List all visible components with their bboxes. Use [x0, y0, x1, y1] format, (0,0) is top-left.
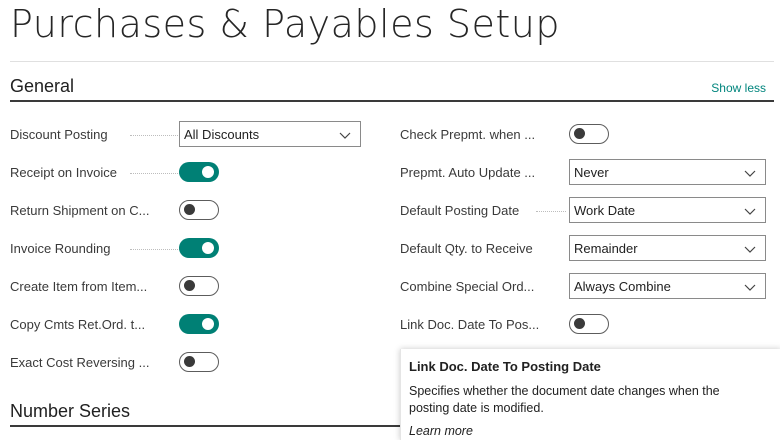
field-label: Copy Cmts Ret.Ord. t...	[10, 317, 146, 332]
default-posting-date-select[interactable]: Work Date	[569, 197, 766, 223]
select-value: Always Combine	[574, 279, 671, 294]
field-label: Return Shipment on C...	[10, 203, 150, 218]
toggle-knob	[202, 318, 214, 330]
toggle-knob	[184, 356, 195, 367]
dotted-leader	[130, 249, 180, 250]
toggle-knob	[184, 204, 195, 215]
field-check-prepmt: Check Prepmt. when ...	[400, 121, 770, 149]
copy-cmts-toggle[interactable]	[179, 314, 219, 334]
return-shipment-toggle[interactable]	[179, 200, 219, 220]
select-value: Remainder	[574, 241, 638, 256]
toggle-knob	[202, 166, 214, 178]
chevron-down-icon	[744, 208, 756, 215]
section-title-general[interactable]: General	[10, 76, 74, 97]
field-label: Exact Cost Reversing ...	[10, 355, 150, 370]
field-label: Combine Special Ord...	[400, 279, 535, 294]
field-exact-cost-reversing: Exact Cost Reversing ...	[10, 349, 362, 377]
toggle-knob	[184, 280, 195, 291]
default-qty-to-receive-select[interactable]: Remainder	[569, 235, 766, 261]
field-invoice-rounding: Invoice Rounding	[10, 235, 362, 263]
field-link-doc-date: Link Doc. Date To Pos...	[400, 311, 770, 339]
chevron-down-icon	[744, 246, 756, 253]
title-divider	[10, 61, 774, 62]
learn-more-link[interactable]: Learn more	[409, 424, 473, 438]
tooltip-body: Specifies whether the document date chan…	[409, 384, 720, 415]
field-label[interactable]: Link Doc. Date To Pos...	[400, 311, 539, 339]
invoice-rounding-toggle[interactable]	[179, 238, 219, 258]
field-label: Default Posting Date	[400, 203, 520, 218]
field-receipt-on-invoice: Receipt on Invoice	[10, 159, 362, 187]
field-label: Create Item from Item...	[10, 279, 148, 294]
dotted-leader	[130, 135, 180, 136]
field-create-item: Create Item from Item...	[10, 273, 362, 301]
field-discount-posting: Discount Posting All Discounts	[10, 121, 362, 149]
select-value: Work Date	[574, 203, 636, 218]
toggle-knob	[574, 128, 585, 139]
section-divider-general	[10, 100, 774, 102]
select-value: Never	[574, 165, 609, 180]
field-label: Check Prepmt. when ...	[400, 127, 536, 142]
select-value: All Discounts	[184, 127, 260, 142]
section-title-number-series[interactable]: Number Series	[10, 401, 130, 422]
field-label: Default Qty. to Receive	[400, 241, 533, 256]
combine-special-orders-select[interactable]: Always Combine	[569, 273, 766, 299]
show-less-link[interactable]: Show less	[711, 81, 766, 95]
exact-cost-reversing-toggle[interactable]	[179, 352, 219, 372]
toggle-knob	[574, 318, 585, 329]
field-tooltip: Link Doc. Date To Posting Date Specifies…	[400, 349, 780, 440]
receipt-on-invoice-toggle[interactable]	[179, 162, 219, 182]
prepmt-auto-update-select[interactable]: Never	[569, 159, 766, 185]
chevron-down-icon	[744, 284, 756, 291]
chevron-down-icon	[339, 132, 351, 139]
field-label: Discount Posting	[10, 127, 108, 142]
field-combine-special-orders: Combine Special Ord... Always Combine	[400, 273, 770, 301]
tooltip-title: Link Doc. Date To Posting Date	[409, 359, 601, 374]
dotted-leader	[130, 173, 180, 174]
chevron-down-icon	[744, 170, 756, 177]
discount-posting-select[interactable]: All Discounts	[179, 121, 361, 147]
page-title: Purchases & Payables Setup	[10, 2, 560, 46]
check-prepmt-toggle[interactable]	[569, 124, 609, 144]
field-copy-cmts: Copy Cmts Ret.Ord. t...	[10, 311, 362, 339]
field-default-posting-date: Default Posting Date Work Date	[400, 197, 770, 225]
field-label: Invoice Rounding	[10, 241, 111, 256]
dotted-leader	[536, 211, 566, 212]
create-item-toggle[interactable]	[179, 276, 219, 296]
toggle-knob	[202, 242, 214, 254]
field-return-shipment: Return Shipment on C...	[10, 197, 362, 225]
field-label: Prepmt. Auto Update ...	[400, 165, 536, 180]
field-prepmt-auto-update: Prepmt. Auto Update ... Never	[400, 159, 770, 187]
link-doc-date-toggle[interactable]	[569, 314, 609, 334]
field-default-qty-to-receive: Default Qty. to Receive Remainder	[400, 235, 770, 263]
field-label: Receipt on Invoice	[10, 165, 117, 180]
